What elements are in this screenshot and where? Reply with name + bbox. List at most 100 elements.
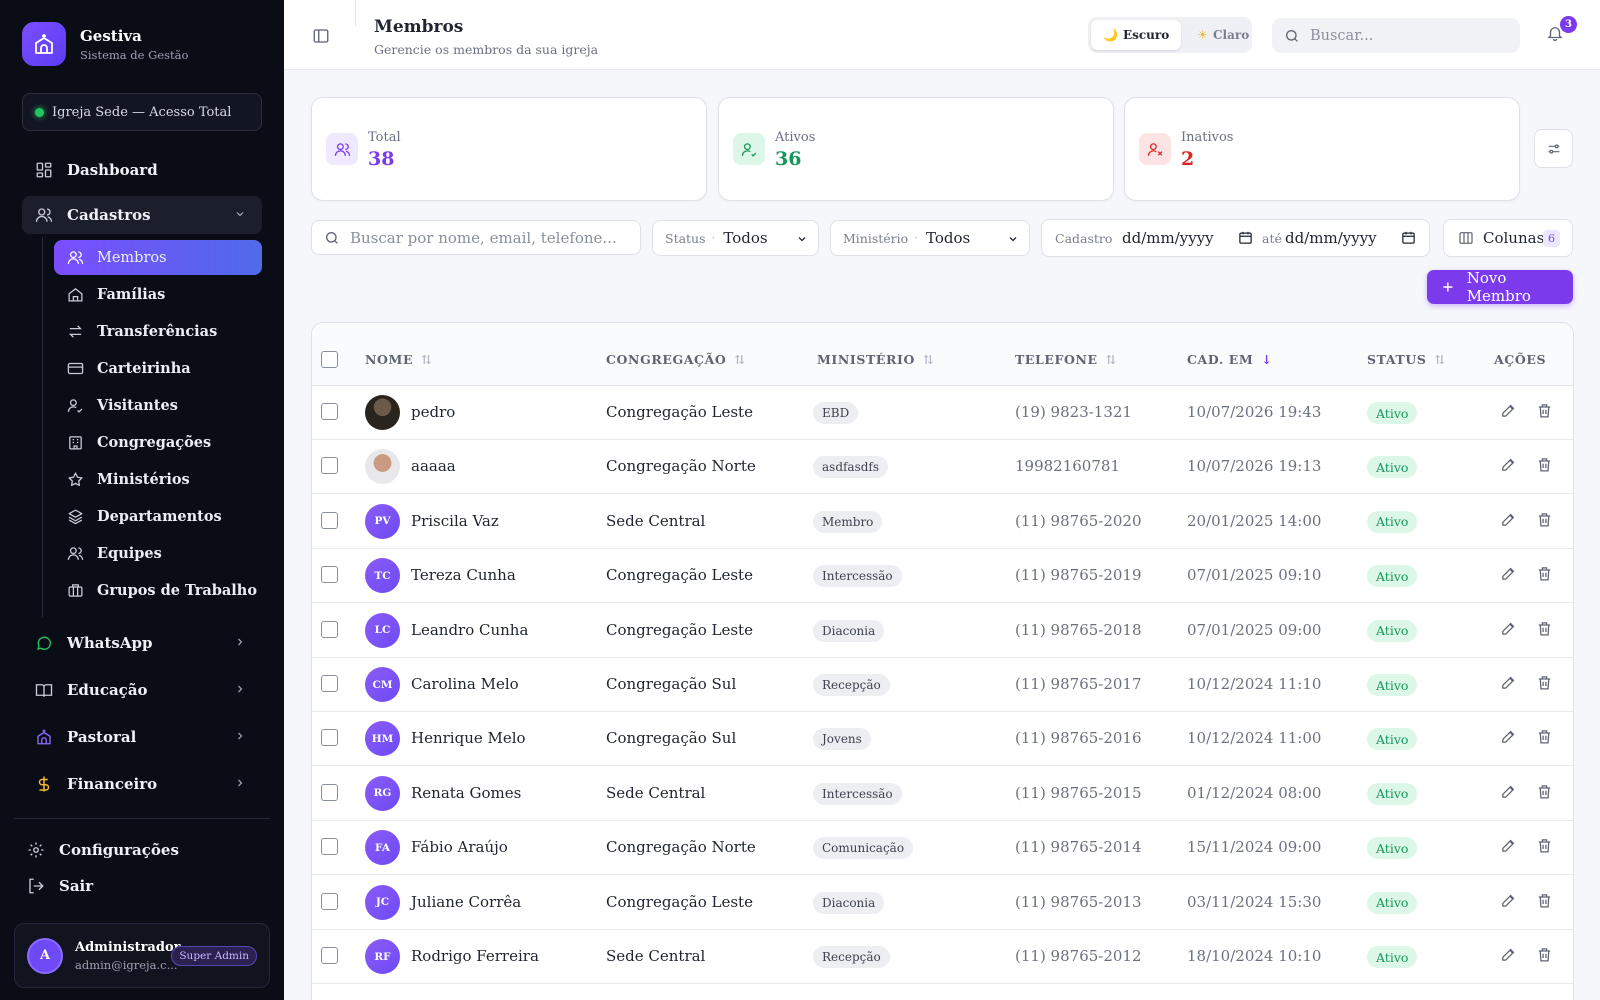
member-name[interactable]: aaaaa: [411, 457, 456, 475]
nav-sair[interactable]: Sair: [14, 867, 254, 905]
row-checkbox[interactable]: [321, 892, 338, 910]
sidebar-item-transferencias[interactable]: Transferências: [54, 314, 262, 349]
edit-icon[interactable]: [1500, 946, 1517, 967]
sidebar-item-departamentos[interactable]: Departamentos: [54, 499, 262, 534]
nav-financeiro[interactable]: Financeiro: [22, 765, 262, 803]
sidebar-toggle-icon[interactable]: [312, 27, 330, 45]
member-name[interactable]: pedro: [411, 403, 455, 421]
edit-icon[interactable]: [1500, 783, 1517, 804]
table-row[interactable]: aaaaa Congregação Norte asdfasdfs 199821607…: [312, 440, 1573, 495]
ministerio-select[interactable]: Ministério · Todos: [830, 220, 1030, 256]
sidebar-item-ministerios[interactable]: Ministérios: [54, 462, 262, 497]
nav-educacao-label: Educação: [67, 681, 148, 699]
sidebar-item-grupos-de-trabalho[interactable]: Grupos de Trabalho: [54, 573, 262, 608]
table-row[interactable]: HM Henrique Melo Congregação Sul Jovens (11)…: [312, 712, 1573, 767]
edit-icon[interactable]: [1500, 565, 1517, 586]
global-search-input[interactable]: Buscar...: [1272, 18, 1520, 53]
row-checkbox[interactable]: [321, 783, 338, 801]
member-name[interactable]: Priscila Vaz: [411, 512, 499, 530]
member-name[interactable]: Rodrigo Ferreira: [411, 947, 539, 965]
row-checkbox[interactable]: [321, 511, 338, 529]
table-row[interactable]: RG Renata Gomes Sede Central Intercessão (11…: [312, 767, 1573, 821]
row-checkbox[interactable]: [321, 838, 338, 856]
column-header-nome[interactable]: NOME ⇅: [365, 352, 432, 367]
member-name[interactable]: Leandro Cunha: [411, 621, 528, 639]
member-name[interactable]: Fábio Araújo: [411, 838, 508, 856]
sidebar-item-visitantes[interactable]: Visitantes: [54, 388, 262, 423]
church-scope-selector[interactable]: Igreja Sede — Acesso Total: [22, 93, 262, 131]
edit-icon[interactable]: [1500, 728, 1517, 749]
trash-icon[interactable]: [1536, 402, 1553, 423]
table-row[interactable]: FA Fábio Araújo Congregação Norte Comunicaç…: [312, 821, 1573, 876]
trash-icon[interactable]: [1536, 511, 1553, 532]
sidebar-item-carteirinha[interactable]: Carteirinha: [54, 351, 262, 386]
sidebar-item-equipes[interactable]: Equipes: [54, 536, 262, 571]
date-to-input[interactable]: dd/mm/yyyy: [1285, 229, 1377, 247]
brand[interactable]: Gestiva Sistema de Gestão: [22, 22, 188, 66]
status-select[interactable]: Status · Todos: [652, 220, 819, 256]
row-checkbox[interactable]: [321, 729, 338, 747]
theme-light-button[interactable]: ☀ Claro: [1185, 20, 1261, 50]
trash-icon[interactable]: [1536, 674, 1553, 695]
columns-button[interactable]: Colunas 6: [1443, 219, 1573, 257]
member-name[interactable]: Henrique Melo: [411, 729, 526, 747]
sidebar-item-congregacoes[interactable]: Congregações: [54, 425, 262, 460]
select-all-checkbox[interactable]: [321, 351, 338, 368]
edit-icon[interactable]: [1500, 837, 1517, 858]
stats-settings-button[interactable]: [1534, 129, 1573, 168]
table-row[interactable]: pedro Congregação Leste EBD (19) 9823-1321 1…: [312, 386, 1573, 440]
column-header-congregacao[interactable]: CONGREGAÇÃO ⇅: [606, 352, 745, 367]
edit-icon[interactable]: [1500, 674, 1517, 695]
user-card[interactable]: A Administrador admin@igreja.c... Super …: [14, 923, 270, 988]
calendar-icon[interactable]: [1401, 230, 1416, 245]
column-header-cadastro[interactable]: CAD. EM ↓: [1187, 352, 1272, 367]
trash-icon[interactable]: [1536, 946, 1553, 967]
trash-icon[interactable]: [1536, 565, 1553, 586]
ministerio-select-value: Todos: [926, 229, 971, 247]
nav-configuracoes[interactable]: Configurações: [14, 831, 254, 869]
member-name[interactable]: Carolina Melo: [411, 675, 519, 693]
theme-dark-button[interactable]: 🌙 Escuro: [1091, 20, 1182, 50]
trash-icon[interactable]: [1536, 783, 1553, 804]
column-header-ministerio[interactable]: MINISTÉRIO ⇅: [817, 352, 934, 367]
sidebar-item-familias[interactable]: Famílias: [54, 277, 262, 312]
member-search-input[interactable]: Buscar por nome, email, telefone...: [311, 220, 641, 255]
nav-pastoral[interactable]: Pastoral: [22, 718, 262, 756]
nav-cadastros[interactable]: Cadastros: [22, 196, 262, 234]
column-header-status[interactable]: STATUS ⇅: [1367, 352, 1446, 367]
member-name[interactable]: Juliane Corrêa: [411, 893, 521, 911]
table-row[interactable]: PV Priscila Vaz Sede Central Membro (11) 987…: [312, 495, 1573, 549]
nav-dashboard[interactable]: Dashboard: [22, 151, 262, 189]
trash-icon[interactable]: [1536, 892, 1553, 913]
member-telefone: (11) 98765-2020: [1015, 511, 1142, 530]
row-checkbox[interactable]: [321, 675, 338, 692]
edit-icon[interactable]: [1500, 456, 1517, 477]
new-member-button[interactable]: Novo Membro: [1427, 269, 1573, 305]
member-name[interactable]: Tereza Cunha: [411, 566, 516, 584]
calendar-icon[interactable]: [1238, 230, 1253, 245]
trash-icon[interactable]: [1536, 620, 1553, 641]
row-checkbox[interactable]: [321, 403, 338, 420]
table-row[interactable]: JC Juliane Corrêa Congregação Leste Diaconi…: [312, 876, 1573, 930]
row-checkbox[interactable]: [321, 947, 338, 964]
trash-icon[interactable]: [1536, 456, 1553, 477]
table-row[interactable]: CM Carolina Melo Congregação Sul Recepção (1…: [312, 658, 1573, 712]
member-name[interactable]: Renata Gomes: [411, 784, 521, 802]
row-checkbox[interactable]: [321, 566, 338, 584]
sidebar-item-membros[interactable]: Membros: [54, 240, 262, 275]
trash-icon[interactable]: [1536, 728, 1553, 749]
table-row[interactable]: TC Tereza Cunha Congregação Leste Intercess…: [312, 549, 1573, 604]
nav-educacao[interactable]: Educação: [22, 671, 262, 709]
nav-whatsapp[interactable]: WhatsApp: [22, 624, 262, 662]
column-header-telefone[interactable]: TELEFONE ⇅: [1015, 352, 1117, 367]
row-checkbox[interactable]: [321, 457, 338, 475]
edit-icon[interactable]: [1500, 620, 1517, 641]
table-row[interactable]: LC Leandro Cunha Congregação Leste Diaconia…: [312, 604, 1573, 658]
edit-icon[interactable]: [1500, 402, 1517, 423]
trash-icon[interactable]: [1536, 837, 1553, 858]
row-checkbox[interactable]: [321, 620, 338, 638]
edit-icon[interactable]: [1500, 892, 1517, 913]
table-row[interactable]: RF Rodrigo Ferreira Sede Central Recepção (1…: [312, 930, 1573, 984]
edit-icon[interactable]: [1500, 511, 1517, 532]
date-from-input[interactable]: dd/mm/yyyy: [1122, 229, 1214, 247]
